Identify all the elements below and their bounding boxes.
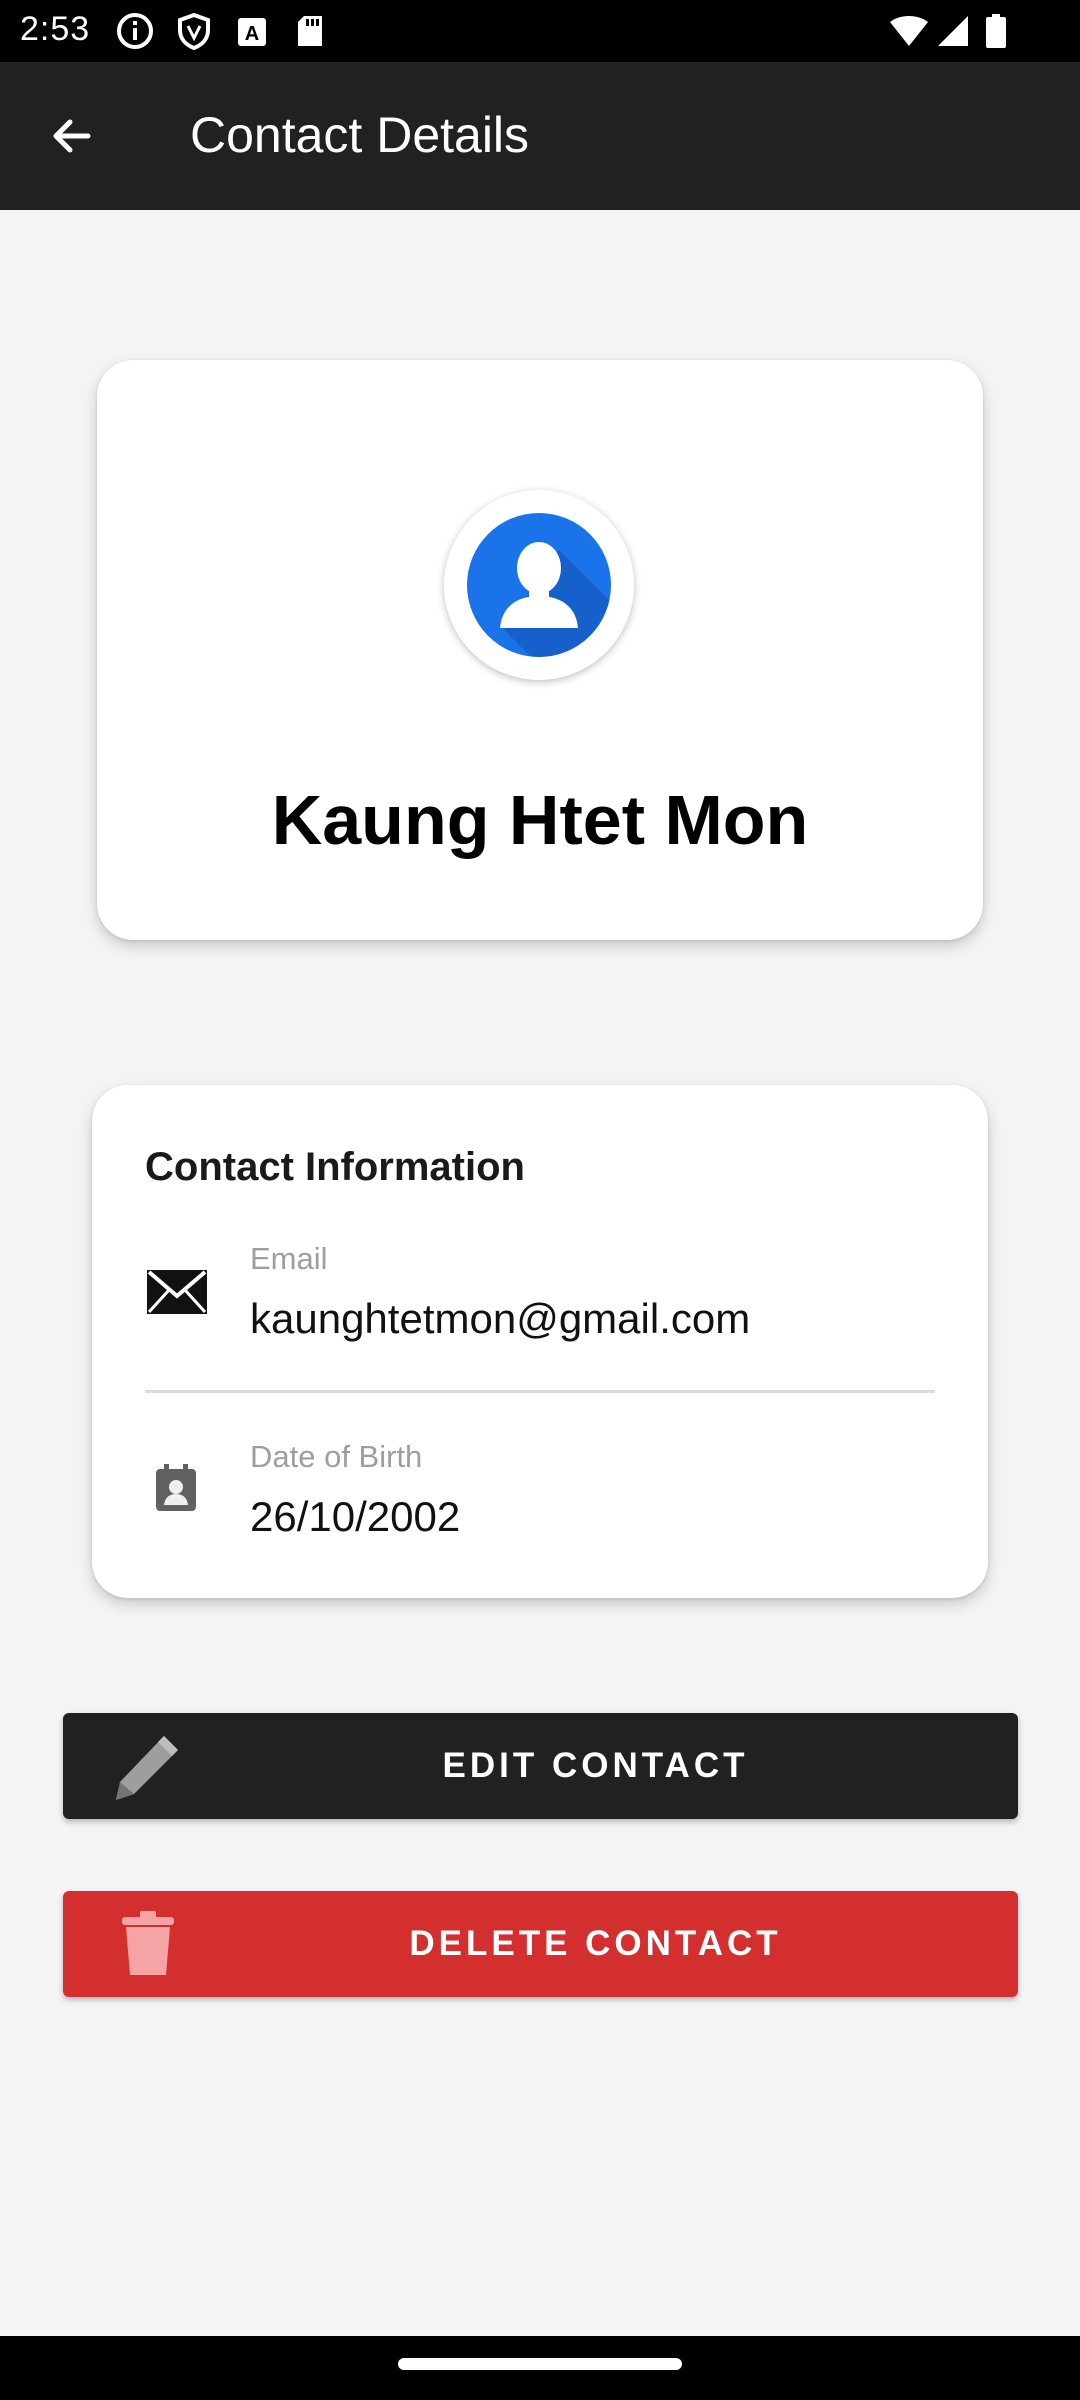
person-avatar-icon [467, 513, 611, 657]
shield-icon [176, 12, 212, 55]
avatar [444, 490, 634, 680]
navigation-bar [0, 2336, 1080, 2400]
section-title: Contact Information [145, 1145, 525, 1189]
calendar-contact-icon [154, 1463, 198, 1518]
contact-name: Kaung Htet Mon [271, 781, 809, 859]
signal-icon [934, 12, 970, 55]
profile-card: Kaung Htet Mon [97, 360, 983, 940]
delete-contact-button[interactable]: DELETE CONTACT [63, 1891, 1018, 1997]
arrow-back-icon[interactable] [48, 112, 96, 160]
delete-contact-label: DELETE CONTACT [409, 1924, 782, 1963]
status-bar: 2:53 A [0, 0, 1080, 62]
battery-icon [984, 12, 1008, 55]
contact-info-card: Contact Information Email kaunghtetmon@g… [92, 1085, 988, 1598]
sd-card-icon [294, 12, 326, 55]
info-icon [116, 12, 154, 55]
envelope-icon [145, 1268, 209, 1321]
dob-label: Date of Birth [250, 1439, 423, 1474]
svg-text:A: A [245, 23, 259, 45]
edit-contact-label: EDIT CONTACT [442, 1746, 749, 1785]
dob-value: 26/10/2002 [250, 1493, 461, 1540]
email-label: Email [250, 1241, 328, 1276]
wifi-icon [888, 12, 930, 55]
app-bar: Contact Details [0, 62, 1080, 210]
page-title: Contact Details [190, 107, 530, 163]
a-box-icon: A [236, 12, 268, 55]
email-value: kaunghtetmon@gmail.com [250, 1295, 751, 1342]
divider [145, 1390, 935, 1393]
home-gesture-handle[interactable] [398, 2358, 682, 2370]
status-time: 2:53 [20, 10, 91, 48]
edit-contact-button[interactable]: EDIT CONTACT [63, 1713, 1018, 1819]
